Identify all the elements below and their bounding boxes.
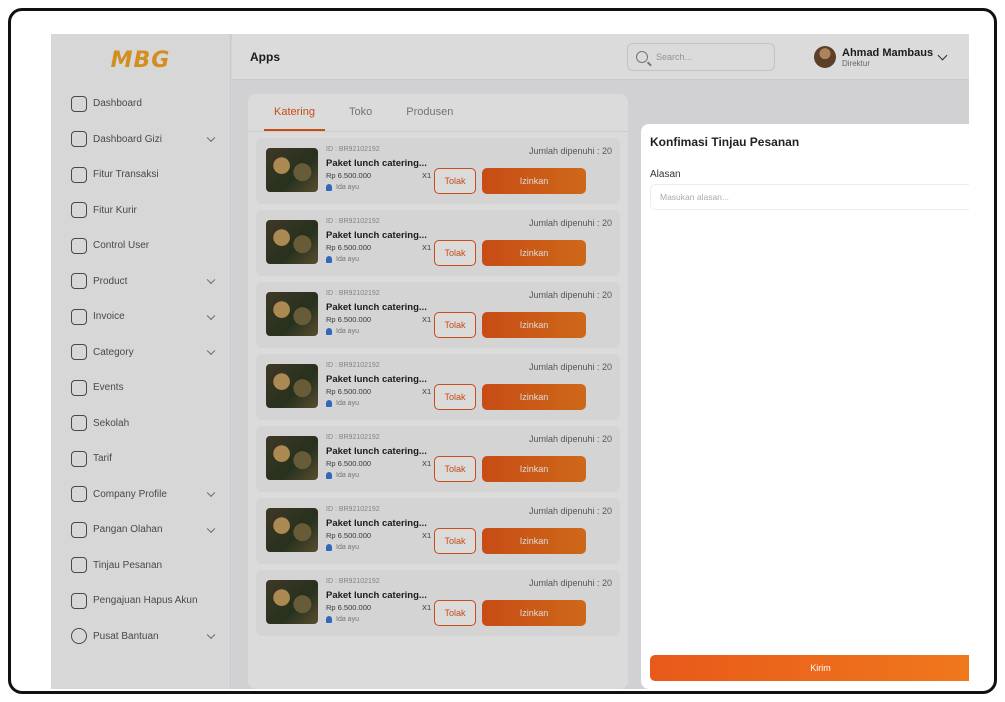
confirm-review-modal: Konfimasi Tinjau Pesanan Alasan Kirim: [641, 124, 969, 689]
reason-label: Alasan: [650, 169, 681, 180]
app-window: MBG Dashboard Dashboard Gizi Fitur Transak…: [51, 34, 969, 689]
device-frame: MBG Dashboard Dashboard Gizi Fitur Transak…: [8, 8, 997, 694]
submit-button[interactable]: Kirim: [650, 655, 969, 681]
modal-title: Konfimasi Tinjau Pesanan: [650, 135, 800, 149]
reason-input[interactable]: [650, 184, 969, 210]
